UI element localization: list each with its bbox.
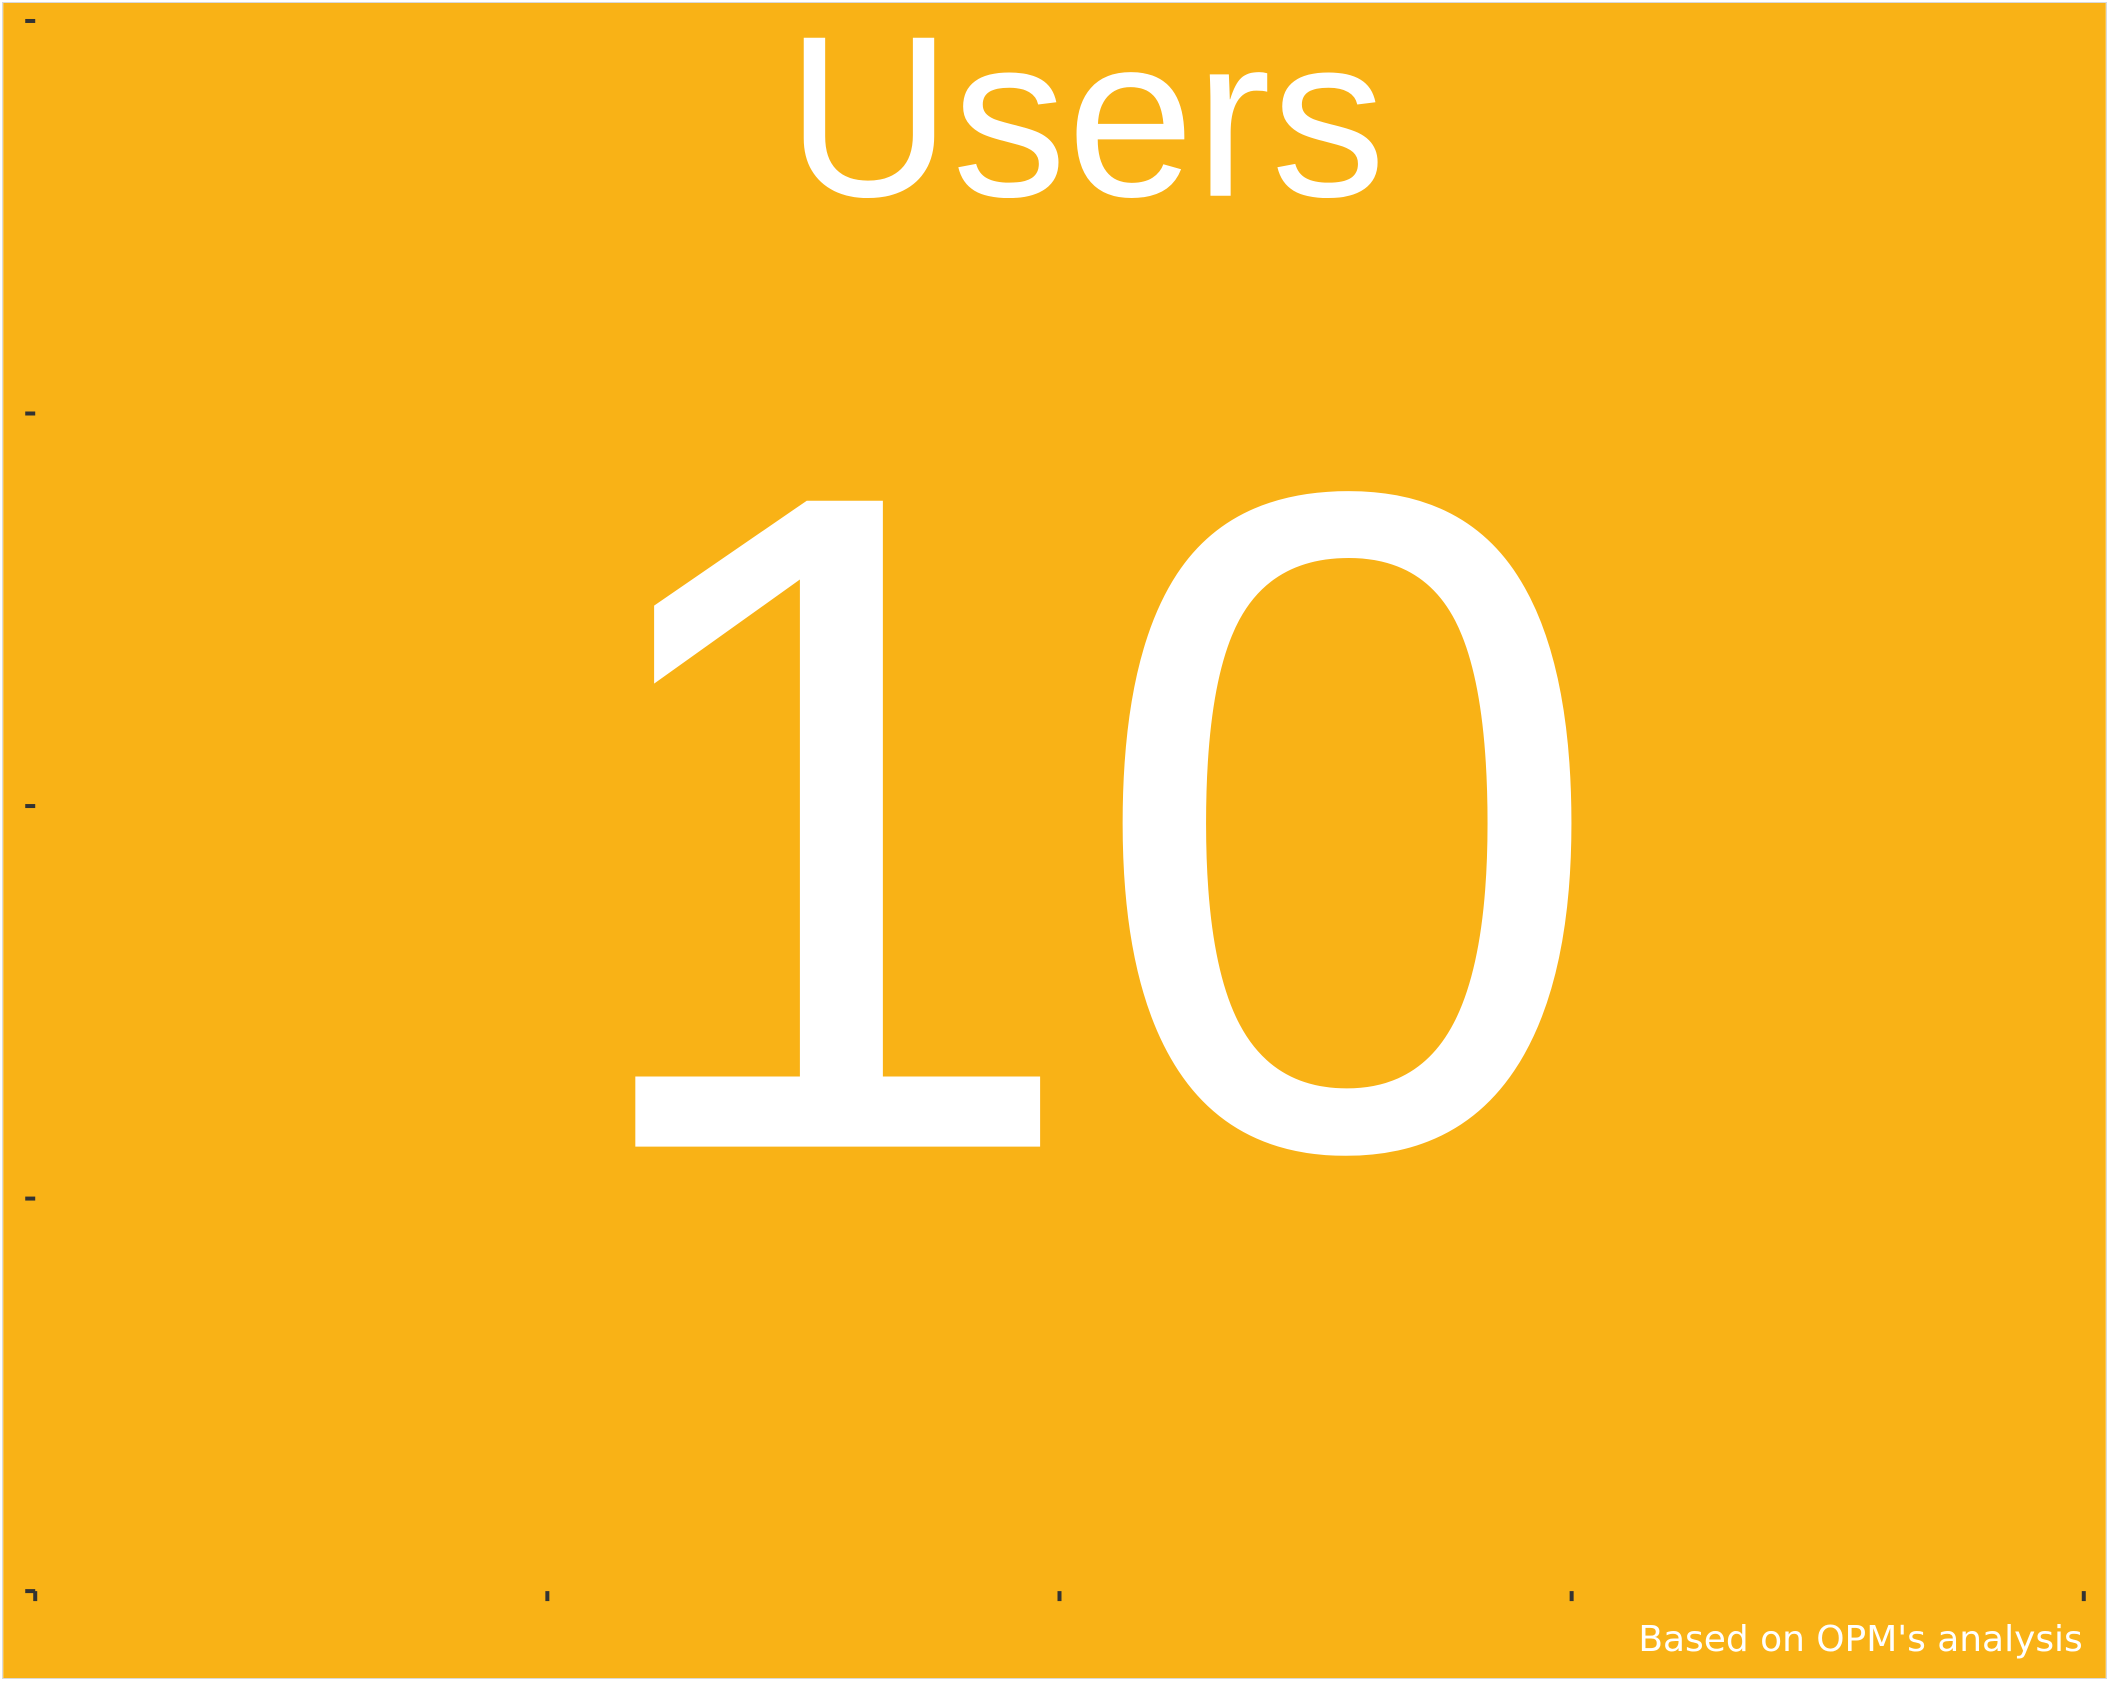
kpi-title: Users [786, 3, 1386, 245]
kpi-footnote: Based on OPM's analysis [1638, 1619, 2082, 1660]
kpi-card: Users 10 Based on OPM's analysis [2, 2, 2107, 1679]
kpi-value: 10 [564, 297, 1608, 1346]
kpi-chart: Users 10 Based on OPM's analysis [3, 3, 2106, 1678]
